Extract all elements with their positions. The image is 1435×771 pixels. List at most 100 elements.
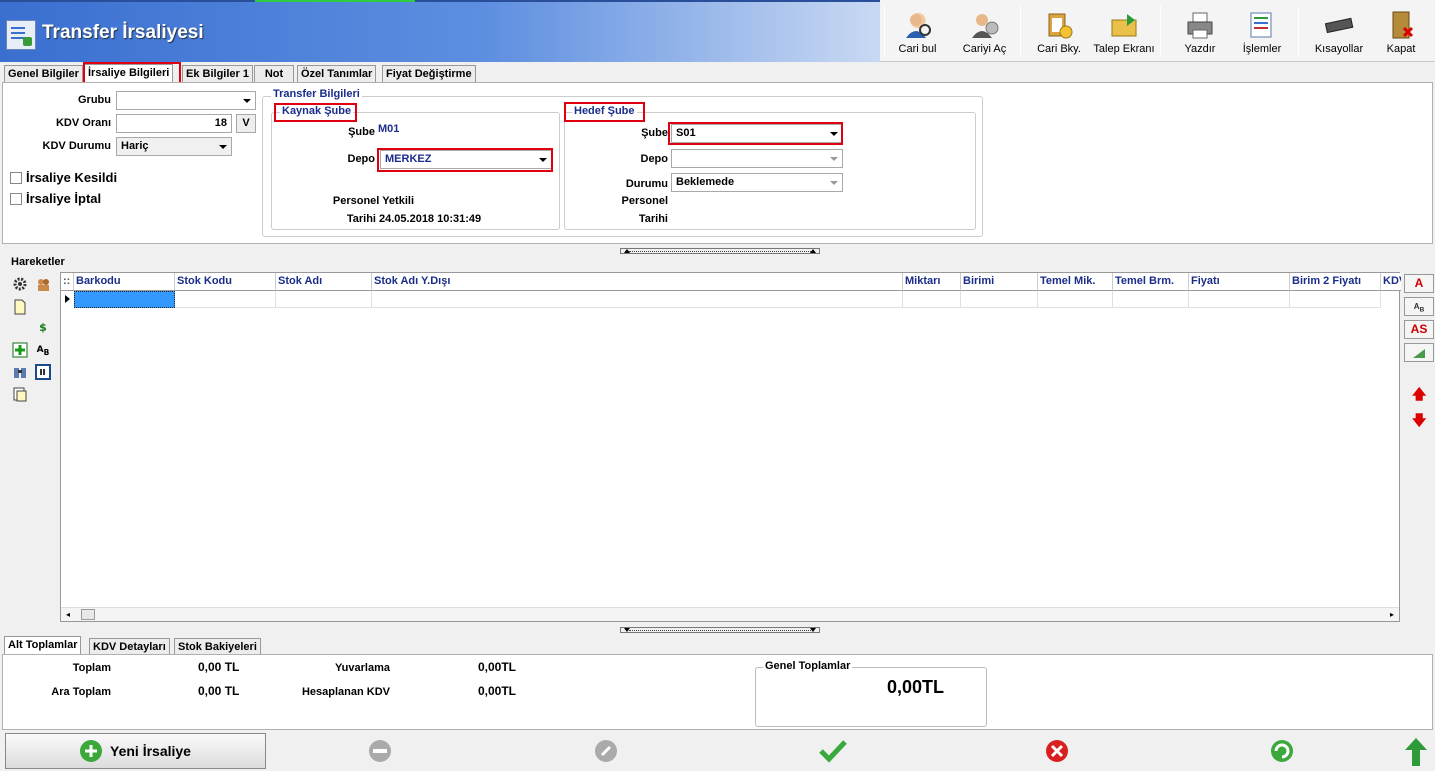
kisayollar-button[interactable]: Kısayollar <box>1305 6 1373 60</box>
kdv-orani-label: KDV Oranı <box>55 117 111 129</box>
tab-alt-toplamlar[interactable]: Alt Toplamlar <box>4 636 82 655</box>
dollar-icon[interactable]: $ <box>35 320 51 336</box>
table-cell-selected[interactable] <box>74 291 175 308</box>
table-cell[interactable] <box>1038 291 1113 308</box>
yazdir-button[interactable]: Yazdır <box>1170 6 1230 60</box>
hesaplanan-kdv-label: Hesaplanan KDV <box>301 686 390 698</box>
col-stok-adi-y-disi[interactable]: Stok Adı Y.Dışı <box>372 273 903 291</box>
tab-fiyat-degistirme[interactable]: Fiyat Değiştirme <box>382 65 476 83</box>
hedef-depo-label: Depo <box>640 153 669 165</box>
row-pointer <box>61 291 74 308</box>
ara-toplam-value: 0,00 TL <box>198 684 240 698</box>
cancel-icon[interactable] <box>1044 738 1070 764</box>
yeni-irsaliye-button[interactable]: Yeni İrsaliye <box>5 733 266 769</box>
folder-arrow-icon <box>1109 10 1139 40</box>
clipboard-coins-icon <box>1044 10 1074 40</box>
irsaliye-kesildi-label: İrsaliye Kesildi <box>26 170 118 185</box>
arrow-up-icon[interactable]: 🡅 <box>1412 384 1426 408</box>
table-cell[interactable] <box>1290 291 1381 308</box>
row-selector-header: :: <box>61 273 74 291</box>
scroll-thumb[interactable] <box>81 609 95 620</box>
settings-gear-icon[interactable] <box>12 276 28 292</box>
cariyi-ac-button[interactable]: Cariyi Aç <box>952 6 1017 60</box>
text-replace-button[interactable]: AB <box>1404 297 1434 316</box>
col-birim-2-fiyati[interactable]: Birim 2 Fiyatı <box>1290 273 1381 291</box>
kdv-v-button[interactable]: V <box>236 114 256 133</box>
edit-icon[interactable] <box>593 738 619 764</box>
table-cell[interactable] <box>903 291 961 308</box>
tab-not[interactable]: Not <box>254 65 294 83</box>
irsaliye-iptal-checkbox[interactable] <box>10 193 22 205</box>
arrow-down-icon[interactable]: 🡇 <box>1412 410 1426 434</box>
kaynak-depo-label: Depo <box>347 153 376 165</box>
bottom-splitter[interactable] <box>620 627 820 633</box>
as-button[interactable]: AS <box>1404 320 1434 339</box>
hareketler-title: Hareketler <box>11 256 65 268</box>
col-birimi[interactable]: Birimi <box>961 273 1038 291</box>
chevron-down-icon <box>830 132 838 136</box>
hedef-depo-select[interactable] <box>671 149 843 168</box>
talep-ekrani-button[interactable]: Talep Ekranı <box>1092 6 1156 60</box>
kdv-durumu-select[interactable]: Hariç <box>116 137 232 156</box>
minus-icon[interactable] <box>367 738 393 764</box>
users-group-icon[interactable] <box>35 276 51 292</box>
tab-genel-bilgiler[interactable]: Genel Bilgiler <box>4 65 83 83</box>
table-cell[interactable] <box>1113 291 1189 308</box>
table-cell[interactable] <box>276 291 372 308</box>
grubu-select[interactable] <box>116 91 256 110</box>
hareketler-area: Hareketler $ AB :: Barkodu Stok Kodu Sto… <box>2 254 1434 626</box>
irsaliye-kesildi-checkbox[interactable] <box>10 172 22 184</box>
title-bar: Transfer İrsaliyesi <box>0 0 880 62</box>
col-kdv[interactable]: KDV <box>1381 273 1401 291</box>
table-cell[interactable] <box>1189 291 1290 308</box>
grubu-label: Grubu <box>78 94 111 106</box>
col-temel-mik[interactable]: Temel Mik. <box>1038 273 1113 291</box>
col-stok-kodu[interactable]: Stok Kodu <box>175 273 276 291</box>
font-a-button[interactable]: A <box>1404 274 1434 293</box>
cariyi-ac-label: Cariyi Aç <box>962 43 1007 55</box>
col-temel-brm[interactable]: Temel Brm. <box>1113 273 1189 291</box>
col-stok-adi[interactable]: Stok Adı <box>276 273 372 291</box>
kaynak-personel-label: Personel Yetkili <box>332 195 414 207</box>
hareketler-grid[interactable]: :: Barkodu Stok Kodu Stok Adı Stok Adı Y… <box>60 272 1401 622</box>
hedef-durum-select[interactable]: Beklemede <box>671 173 843 192</box>
kaynak-depo-select[interactable]: MERKEZ <box>380 150 552 169</box>
table-cell[interactable] <box>372 291 903 308</box>
table-cell[interactable] <box>961 291 1038 308</box>
col-miktari[interactable]: Miktarı <box>903 273 961 291</box>
kdv-orani-input[interactable]: 18 <box>116 114 232 133</box>
scroll-left-icon[interactable]: ◂ <box>66 610 70 619</box>
islemler-button[interactable]: İşlemler <box>1232 6 1292 60</box>
chart-button[interactable] <box>1404 343 1434 362</box>
person-gear-icon <box>970 10 1000 40</box>
toplam-value: 0,00 TL <box>198 660 240 674</box>
genel-toplam-value: 0,00TL <box>887 677 945 697</box>
scroll-right-icon[interactable]: ▸ <box>1390 610 1394 619</box>
add-row-icon[interactable] <box>12 342 28 358</box>
cari-bky-label: Cari Bky. <box>1037 43 1081 55</box>
chevron-down-icon <box>830 181 838 185</box>
talep-ekrani-label: Talep Ekranı <box>1093 43 1155 55</box>
keyboard-icon <box>1324 10 1354 40</box>
horizontal-scrollbar[interactable]: ◂ ▸ <box>61 607 1399 621</box>
cari-bky-button[interactable]: Cari Bky. <box>1028 6 1090 60</box>
document-copy-icon[interactable] <box>12 386 28 402</box>
tab-ek-bilgiler-1[interactable]: Ek Bilgiler 1 <box>182 65 253 83</box>
refresh-icon[interactable] <box>1269 738 1295 764</box>
yuvarlama-value: 0,00TL <box>478 660 517 674</box>
cari-bul-button[interactable]: Cari bul <box>890 6 945 60</box>
tab-ozel-tanimlar[interactable]: Özel Tanımlar <box>297 65 377 83</box>
text-replace-icon[interactable]: AB <box>35 342 51 358</box>
kapat-button[interactable]: Kapat <box>1375 6 1427 60</box>
checkmark-icon[interactable] <box>818 738 847 764</box>
new-document-icon[interactable] <box>12 299 28 315</box>
toplam-label: Toplam <box>72 662 111 674</box>
binoculars-icon[interactable] <box>12 364 28 380</box>
col-fiyati[interactable]: Fiyatı <box>1189 273 1290 291</box>
arrow-up-green-icon[interactable] <box>1403 736 1429 766</box>
tab-irsaliye-bilgileri[interactable]: İrsaliye Bilgileri <box>84 64 174 83</box>
hedef-sube-select[interactable]: S01 <box>671 124 843 143</box>
table-cell[interactable] <box>175 291 276 308</box>
barcode-icon[interactable] <box>35 364 51 380</box>
col-barkodu[interactable]: Barkodu <box>74 273 175 291</box>
